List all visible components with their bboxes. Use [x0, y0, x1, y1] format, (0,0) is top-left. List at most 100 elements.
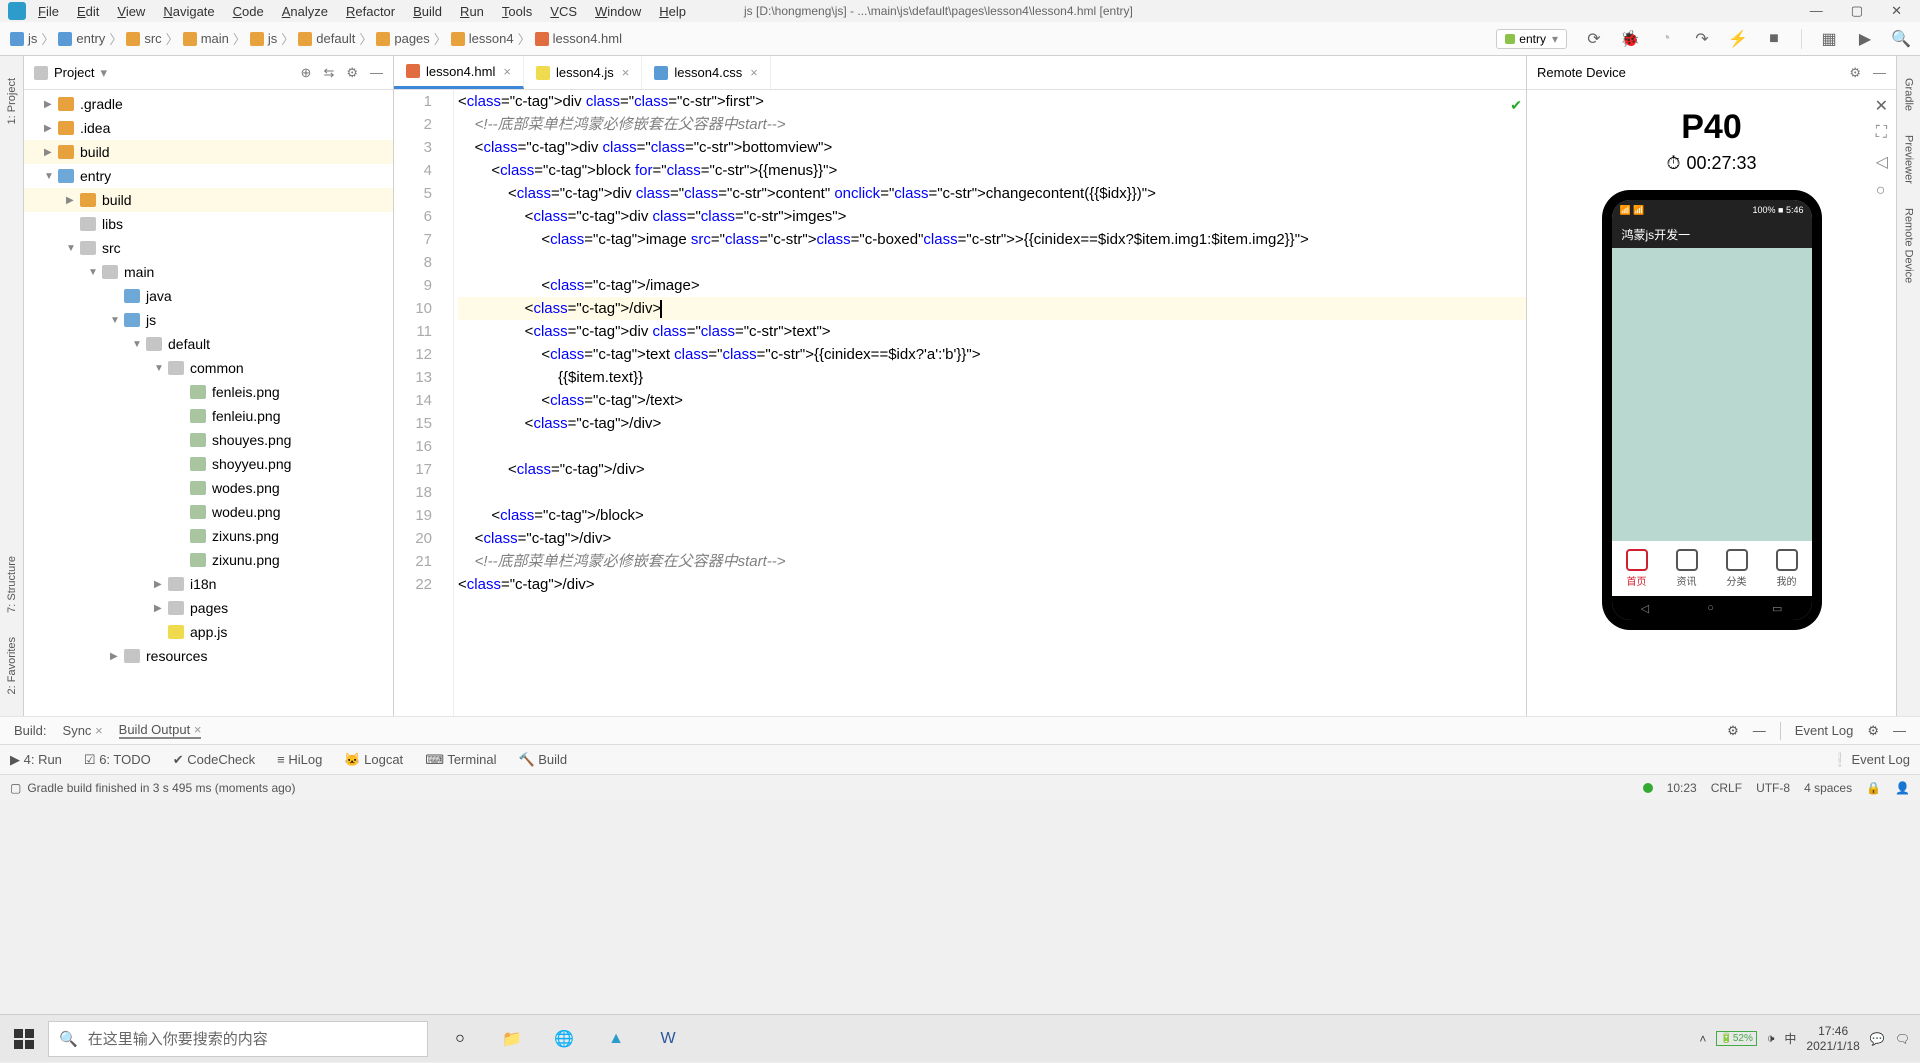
tree-item[interactable]: ▶.idea — [24, 116, 393, 140]
tree-item[interactable]: wodes.png — [24, 476, 393, 500]
run-icon[interactable]: ▶ — [1856, 30, 1874, 48]
editor-tab[interactable]: lesson4.css× — [642, 56, 771, 89]
tree-item[interactable]: ▶.gradle — [24, 92, 393, 116]
code-source[interactable]: <class="c-tag">div class="class="c-str">… — [454, 90, 1526, 716]
editor-tab[interactable]: lesson4.hml× — [394, 56, 524, 89]
menu-code[interactable]: Code — [233, 4, 264, 19]
back-icon[interactable]: ◁ — [1876, 152, 1888, 172]
menu-edit[interactable]: Edit — [77, 4, 99, 19]
tree-item[interactable]: ▼entry — [24, 164, 393, 188]
attach-icon[interactable]: ⚡ — [1729, 30, 1747, 48]
breadcrumb-seg[interactable]: src — [126, 31, 161, 46]
back-button[interactable]: ◁ — [1641, 602, 1649, 615]
tree-item[interactable]: ▶resources — [24, 644, 393, 668]
tab-remote-device[interactable]: Remote Device — [1903, 208, 1915, 283]
minimize-icon[interactable]: — — [1810, 3, 1823, 19]
tree-item[interactable]: ▶build — [24, 188, 393, 212]
menu-file[interactable]: File — [38, 4, 59, 19]
tree-item[interactable]: ▶i18n — [24, 572, 393, 596]
menu-help[interactable]: Help — [659, 4, 686, 19]
bug-icon[interactable]: 🐞 — [1621, 30, 1639, 48]
breadcrumb-seg[interactable]: entry — [58, 31, 105, 46]
status-indent[interactable]: 4 spaces — [1804, 781, 1852, 795]
tree-item[interactable]: app.js — [24, 620, 393, 644]
hide-icon[interactable]: — — [370, 65, 383, 81]
notification-icon[interactable]: 💬 — [1870, 1032, 1885, 1046]
gear-icon[interactable]: ⚙ — [1727, 723, 1739, 739]
tree-item[interactable]: java — [24, 284, 393, 308]
event-log-tab[interactable]: ❕ Event Log — [1832, 752, 1910, 768]
menu-refactor[interactable]: Refactor — [346, 4, 395, 19]
hide-icon[interactable]: — — [1893, 723, 1906, 738]
bottom-tool[interactable]: ▶ 4: Run — [10, 752, 62, 767]
tab-previewer[interactable]: Previewer — [1903, 135, 1915, 184]
refresh-icon[interactable]: ⟳ — [1585, 30, 1603, 48]
menu-view[interactable]: View — [117, 4, 145, 19]
hide-icon[interactable]: — — [1753, 723, 1766, 738]
breadcrumb-seg[interactable]: js — [250, 31, 277, 46]
cortana-icon[interactable]: ○ — [436, 1015, 484, 1063]
status-eol[interactable]: CRLF — [1711, 781, 1742, 795]
home-button[interactable]: ○ — [1707, 602, 1714, 614]
tree-item[interactable]: libs — [24, 212, 393, 236]
tree-item[interactable]: ▼common — [24, 356, 393, 380]
menu-run[interactable]: Run — [460, 4, 484, 19]
close-icon[interactable]: ✕ — [1875, 96, 1888, 116]
tree-item[interactable]: ▼js — [24, 308, 393, 332]
menu-window[interactable]: Window — [595, 4, 641, 19]
menu-analyze[interactable]: Analyze — [282, 4, 328, 19]
battery-icon[interactable]: 🔋52% — [1716, 1031, 1756, 1046]
breadcrumb-seg[interactable]: pages — [376, 31, 429, 46]
structure-icon[interactable]: ▦ — [1820, 30, 1838, 48]
collapse-icon[interactable]: ⇆ — [323, 65, 334, 81]
tree-item[interactable]: ▼src — [24, 236, 393, 260]
start-button[interactable] — [0, 1015, 48, 1063]
profile-icon[interactable]: ↷ — [1693, 30, 1711, 48]
menu-navigate[interactable]: Navigate — [163, 4, 214, 19]
menu-tools[interactable]: Tools — [502, 4, 532, 19]
tree-item[interactable]: ▶pages — [24, 596, 393, 620]
breadcrumb-seg[interactable]: default — [298, 31, 355, 46]
phone-nav-item[interactable]: 我的 — [1762, 541, 1812, 596]
tree-item[interactable]: fenleiu.png — [24, 404, 393, 428]
record-icon[interactable]: ○ — [1876, 182, 1888, 200]
hide-icon[interactable]: — — [1873, 65, 1886, 81]
search-icon[interactable]: 🔍 — [1892, 30, 1910, 48]
tree-item[interactable]: ▼main — [24, 260, 393, 284]
tree-item[interactable]: shouyes.png — [24, 428, 393, 452]
build-sync-tab[interactable]: Sync × — [63, 723, 103, 738]
tree-item[interactable]: fenleis.png — [24, 380, 393, 404]
maximize-icon[interactable]: ▢ — [1851, 3, 1863, 19]
tree-item[interactable]: zixunu.png — [24, 548, 393, 572]
speaker-icon[interactable]: 🕩 — [1767, 1031, 1775, 1046]
breadcrumb-seg[interactable]: lesson4 — [451, 31, 514, 46]
tree-item[interactable]: ▼default — [24, 332, 393, 356]
tree-item[interactable]: ▶build — [24, 140, 393, 164]
app-icon[interactable]: ▲ — [592, 1015, 640, 1063]
clock[interactable]: 17:46 2021/1/18 — [1806, 1024, 1859, 1053]
lock-icon[interactable]: 🔒 — [1866, 781, 1881, 795]
recent-button[interactable]: ▭ — [1772, 602, 1782, 615]
coverage-icon[interactable]: ◔ — [1657, 30, 1675, 48]
bottom-tool[interactable]: ✔ CodeCheck — [173, 752, 255, 767]
tab-structure[interactable]: 7: Structure — [6, 556, 18, 613]
action-center-icon[interactable]: 🗨 — [1895, 1032, 1910, 1046]
breadcrumb-seg[interactable]: lesson4.hml — [535, 31, 622, 46]
breadcrumb-seg[interactable]: main — [183, 31, 229, 46]
tab-gradle[interactable]: Gradle — [1903, 78, 1915, 111]
edge-icon[interactable]: 🌐 — [540, 1015, 588, 1063]
taskbar-search[interactable]: 🔍 在这里输入你要搜索的内容 — [48, 1021, 428, 1057]
menu-build[interactable]: Build — [413, 4, 442, 19]
bottom-tool[interactable]: ≡ HiLog — [277, 752, 322, 767]
build-output-tab[interactable]: Build Output × — [119, 722, 202, 739]
stop-icon[interactable]: ■ — [1765, 30, 1783, 48]
bottom-tool[interactable]: 🐱 Logcat — [344, 752, 403, 767]
target-icon[interactable]: ⊕ — [301, 65, 312, 81]
breadcrumb-seg[interactable]: js — [10, 31, 37, 46]
tree-item[interactable]: shoyyeu.png — [24, 452, 393, 476]
bottom-tool[interactable]: ⌨ Terminal — [425, 752, 496, 767]
tree-item[interactable]: wodeu.png — [24, 500, 393, 524]
bottom-tool[interactable]: 🔨 Build — [518, 752, 567, 767]
code-editor[interactable]: 12345678910111213141516171819202122 <cla… — [394, 90, 1526, 716]
status-encoding[interactable]: UTF-8 — [1756, 781, 1790, 795]
